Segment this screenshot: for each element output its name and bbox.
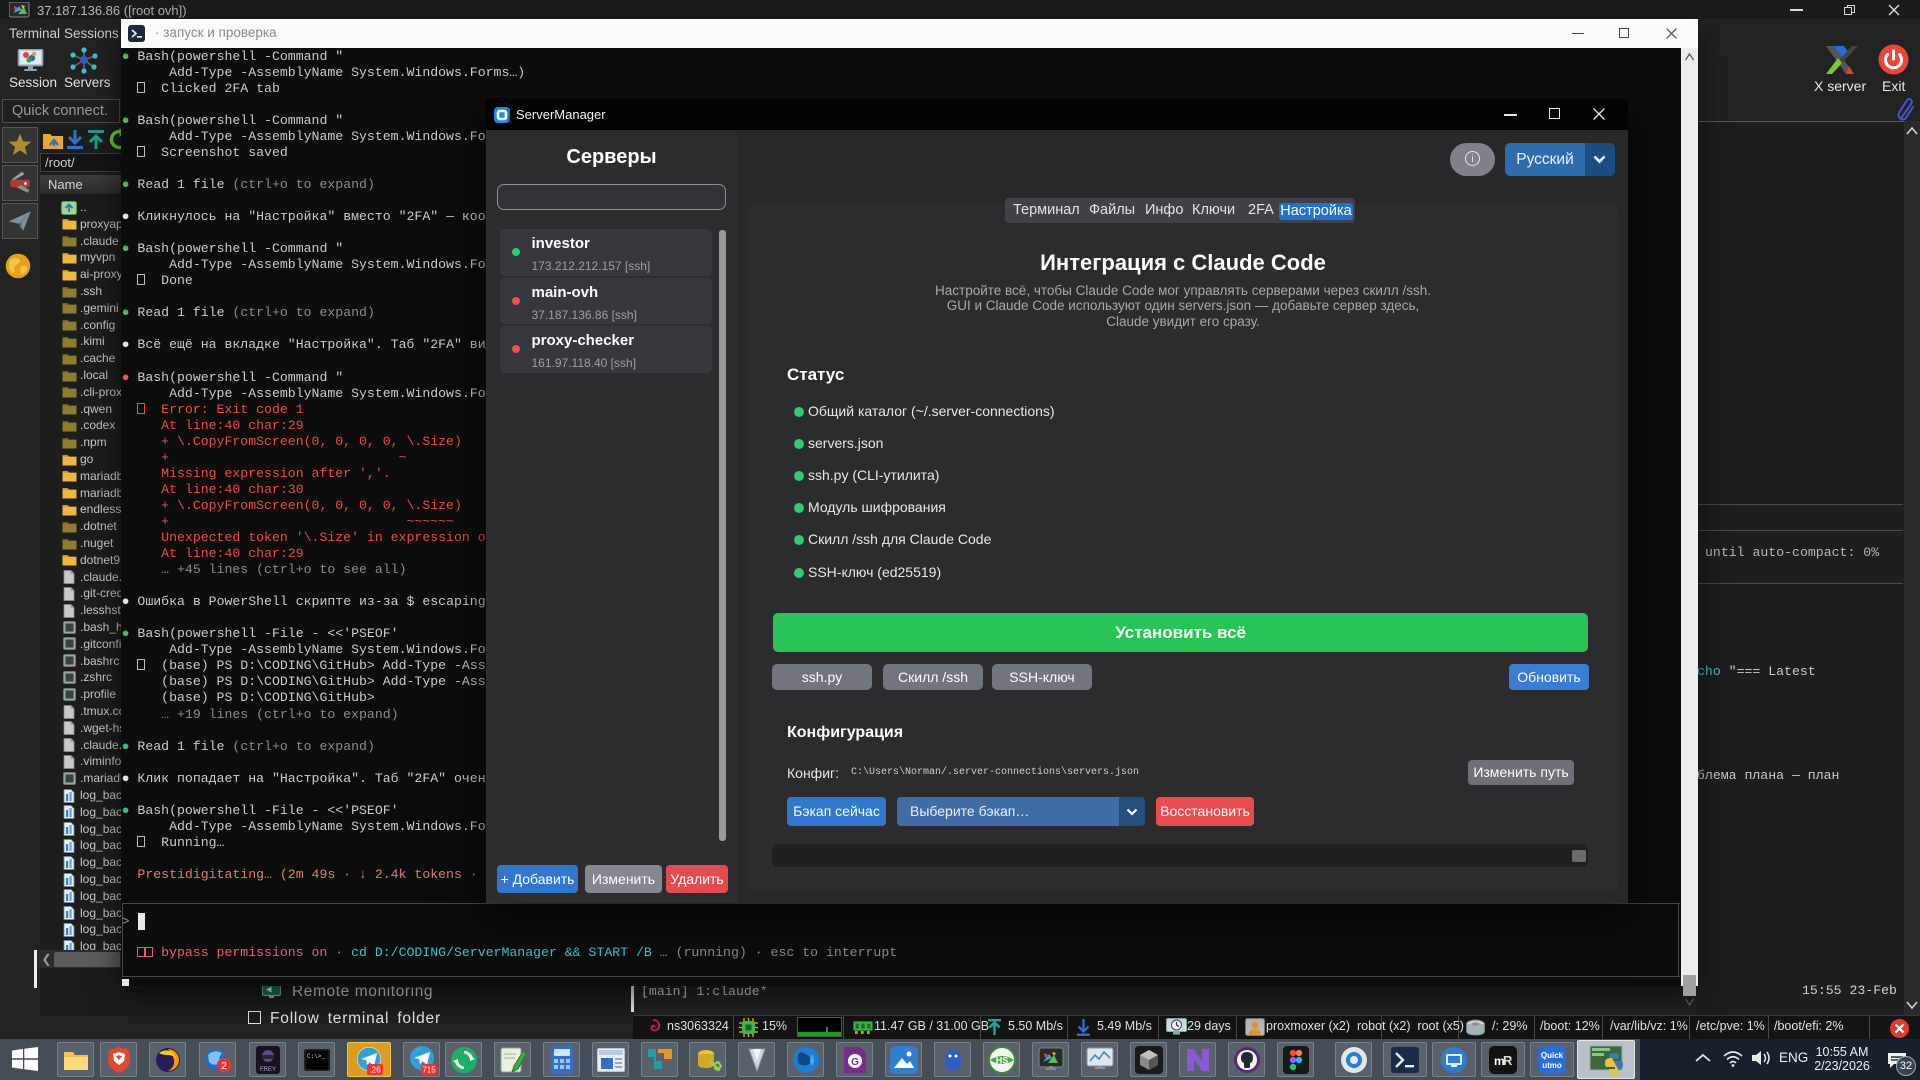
svg-text:Quick: Quick xyxy=(1541,1051,1564,1060)
svg-text:HS: HS xyxy=(995,1055,1008,1065)
svg-text:2: 2 xyxy=(221,1061,227,1072)
svg-text:715: 715 xyxy=(422,1065,436,1074)
svg-text:utmo: utmo xyxy=(1542,1061,1562,1070)
svg-text:G: G xyxy=(851,1057,859,1068)
svg-text:.26: .26 xyxy=(369,1065,381,1074)
svg-text:R: R xyxy=(1503,1053,1513,1068)
svg-text:C:\>_: C:\>_ xyxy=(307,1053,325,1060)
svg-text:FREY: FREY xyxy=(259,1067,275,1073)
